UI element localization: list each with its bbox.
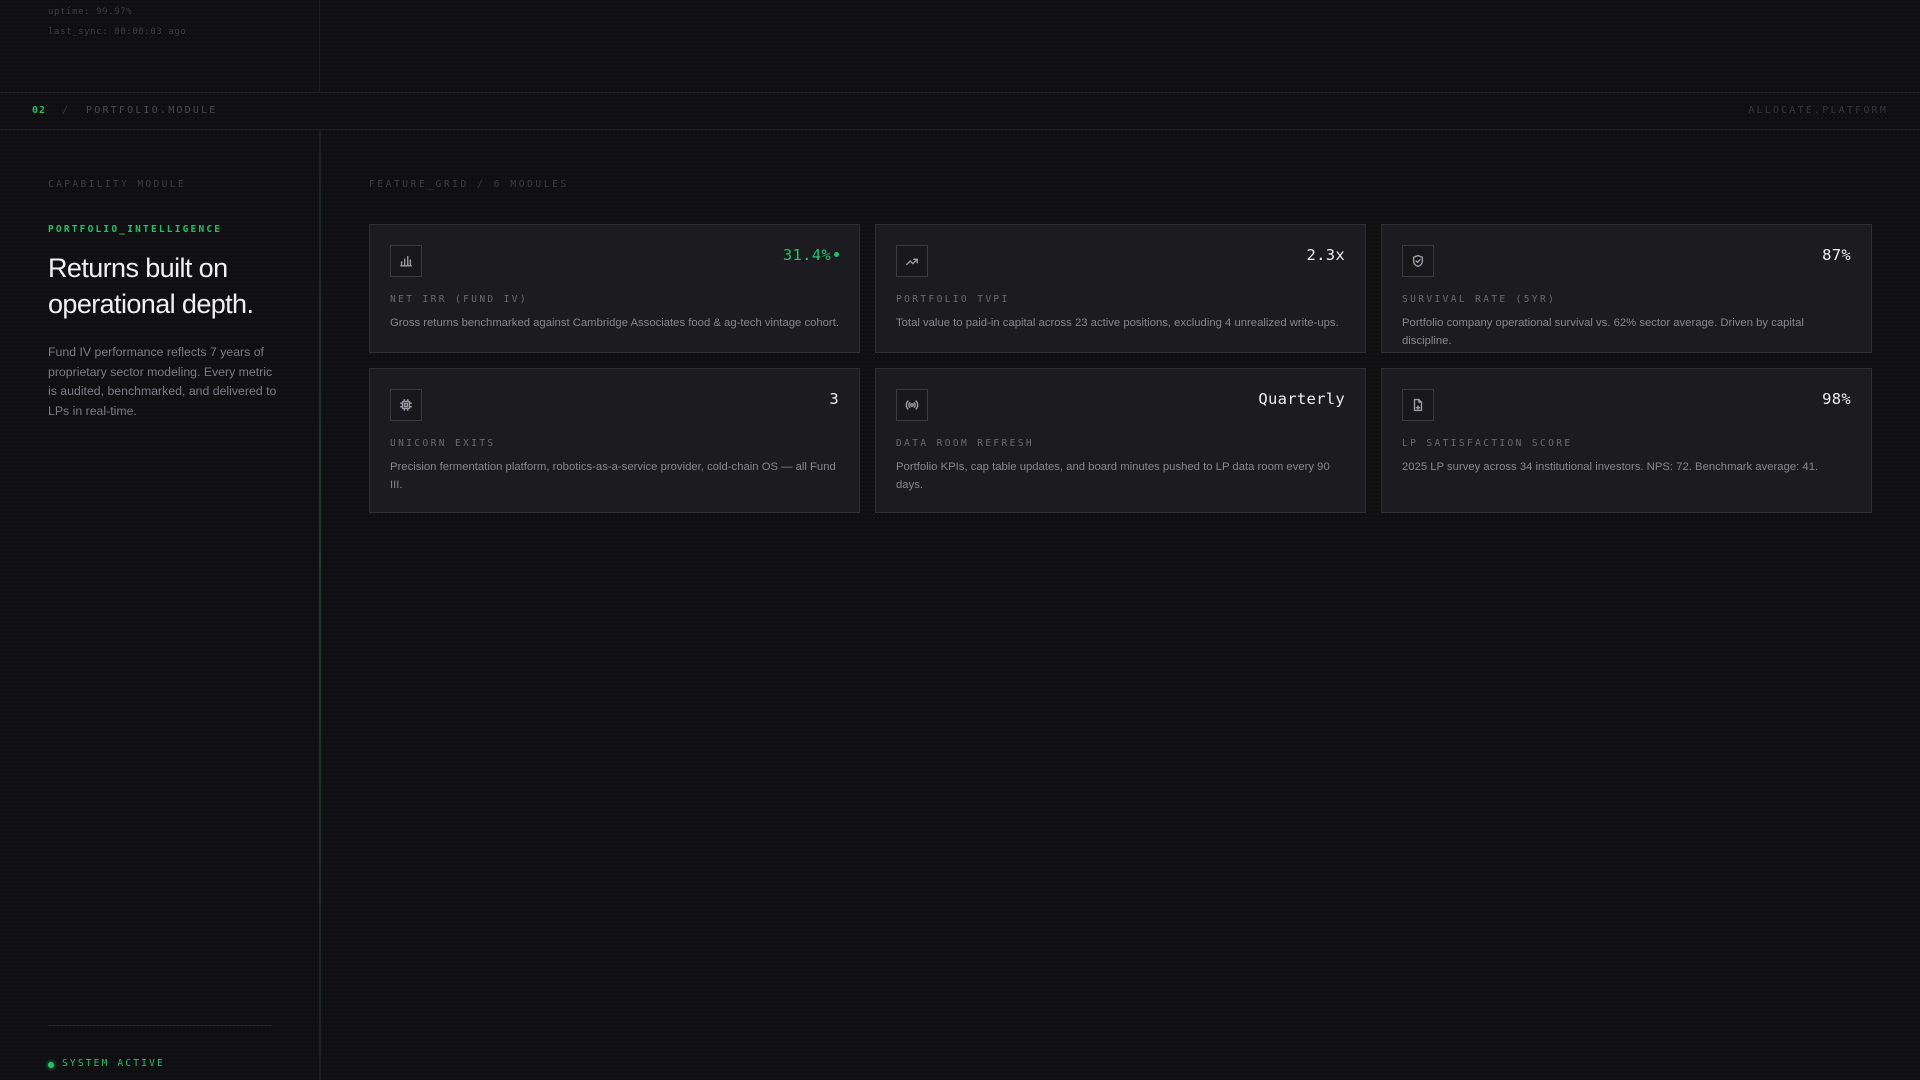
- metric-value: 3: [829, 390, 839, 408]
- grid-label: FEATURE_GRID / 6 MODULES: [369, 179, 569, 190]
- metric-value: 87%: [1822, 246, 1851, 264]
- header-divider: [319, 0, 320, 92]
- metric-value: 31.4%: [783, 246, 839, 264]
- shield-icon: [1402, 245, 1434, 277]
- metric-description: Portfolio KPIs, cap table updates, and b…: [896, 461, 1330, 491]
- metric-card-net-irr[interactable]: 31.4% NET IRR (FUND IV) Gross returns be…: [369, 224, 860, 353]
- page-title: Returns built on operational depth.: [48, 253, 254, 319]
- metric-title: DATA ROOM REFRESH: [896, 438, 1035, 449]
- platform-label: ALLOCATE.PLATFORM: [1748, 105, 1888, 116]
- document-icon: [1402, 389, 1434, 421]
- metric-description: 2025 LP survey across 34 institutional i…: [1402, 461, 1819, 473]
- last-sync-readout: last_sync: 00:00:03 ago: [48, 27, 187, 37]
- page-description: Fund IV performance reflects 7 years of …: [48, 345, 277, 418]
- bar-chart-icon: [390, 245, 422, 277]
- breadcrumb-module[interactable]: PORTFOLIO.MODULE: [86, 105, 218, 116]
- metric-card-data-room[interactable]: Quarterly DATA ROOM REFRESH Portfolio KP…: [875, 368, 1366, 513]
- metric-card-survival-rate[interactable]: 87% SURVIVAL RATE (5YR) Portfolio compan…: [1381, 224, 1872, 353]
- metric-title: SURVIVAL RATE (5YR): [1402, 294, 1557, 305]
- metric-description: Total value to paid-in capital across 23…: [896, 317, 1339, 329]
- trending-up-icon: [896, 245, 928, 277]
- breadcrumb-separator: /: [62, 105, 69, 116]
- uptime-readout: uptime: 99.97%: [48, 7, 133, 17]
- metric-card-tvpi[interactable]: 2.3x PORTFOLIO TVPI Total value to paid-…: [875, 224, 1366, 353]
- capability-label: CAPABILITY MODULE: [48, 179, 187, 190]
- metric-value: 98%: [1822, 390, 1851, 408]
- metric-title: NET IRR (FUND IV): [390, 294, 529, 305]
- metric-description: Precision fermentation platform, robotic…: [390, 461, 836, 491]
- chip-icon: [390, 389, 422, 421]
- broadcast-icon: [896, 389, 928, 421]
- metric-value: 2.3x: [1306, 246, 1345, 264]
- metric-card-unicorn-exits[interactable]: 3 UNICORN EXITS Precision fermentation p…: [369, 368, 860, 513]
- sidebar: CAPABILITY MODULE PORTFOLIO_INTELLIGENCE…: [0, 130, 320, 1080]
- metric-title: PORTFOLIO TVPI: [896, 294, 1010, 305]
- metric-description: Portfolio company operational survival v…: [1402, 317, 1804, 347]
- metric-card-lp-satisfaction[interactable]: 98% LP SATISFACTION SCORE 2025 LP survey…: [1381, 368, 1872, 513]
- sidebar-divider: [48, 1025, 272, 1026]
- section-label: PORTFOLIO_INTELLIGENCE: [48, 224, 223, 235]
- status-indicator-icon: [48, 1062, 54, 1068]
- metric-value: Quarterly: [1258, 390, 1345, 408]
- metric-title: LP SATISFACTION SCORE: [1402, 438, 1573, 449]
- section-number: 02: [32, 105, 47, 116]
- sidebar-border: [319, 130, 321, 1080]
- metric-title: UNICORN EXITS: [390, 438, 496, 449]
- status-badge: SYSTEM ACTIVE: [62, 1058, 165, 1069]
- system-header: uptime: 99.97% last_sync: 00:00:03 ago: [0, 0, 1920, 92]
- breadcrumb: 02 / PORTFOLIO.MODULE ALLOCATE.PLATFORM: [0, 92, 1920, 130]
- live-dot-icon: [834, 252, 839, 257]
- metric-description: Gross returns benchmarked against Cambri…: [390, 317, 839, 329]
